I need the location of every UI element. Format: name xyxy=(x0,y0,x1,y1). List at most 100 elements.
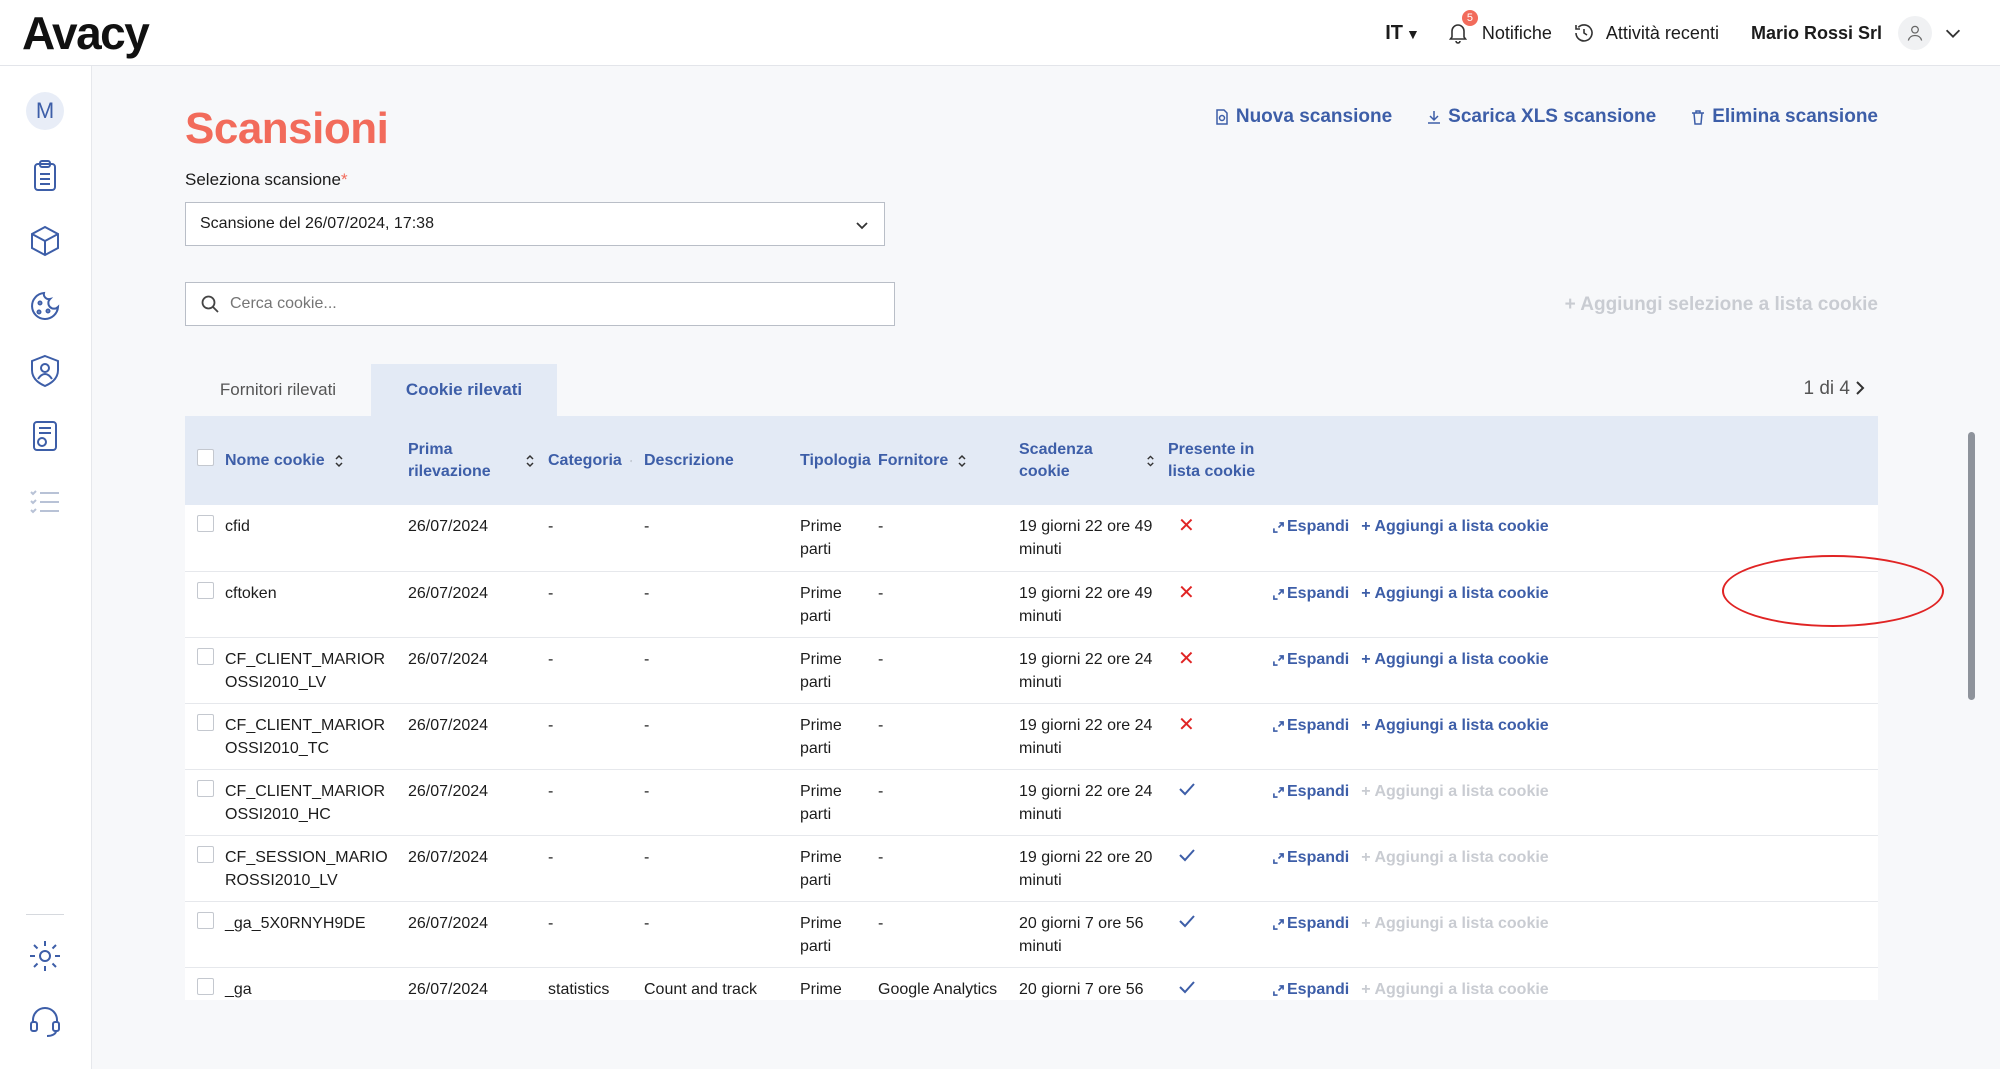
type: Prime xyxy=(800,980,842,998)
header-name[interactable]: Nome cookie xyxy=(225,450,325,472)
tab-suppliers[interactable]: Fornitori rilevati xyxy=(185,364,371,416)
add-to-cookie-list-label: Aggiungi a lista cookie xyxy=(1374,584,1549,602)
expand-icon xyxy=(1273,720,1284,732)
provider: - xyxy=(878,848,884,866)
expand-icon xyxy=(1273,786,1284,798)
row-checkbox[interactable] xyxy=(197,647,214,665)
cookie-name: CF_CLIENT_MARIOROSSI2010_TC xyxy=(225,716,386,757)
scan-select-value: Scansione del 26/07/2024, 17:38 xyxy=(200,215,434,232)
cookie-name: _ga xyxy=(225,980,252,998)
download-xls-label: Scarica XLS scansione xyxy=(1448,106,1657,127)
first-detection: 26/07/2024 xyxy=(408,716,489,734)
package-icon[interactable] xyxy=(27,223,63,259)
add-to-cookie-list-button[interactable]: + Aggiungi a lista cookie xyxy=(1361,717,1548,734)
expand-icon xyxy=(1273,852,1284,864)
header-provider[interactable]: Fornitore xyxy=(878,450,948,472)
header-first-detection[interactable]: Prima rilevazione xyxy=(408,439,498,483)
chevron-down-icon[interactable] xyxy=(1942,22,1964,44)
clipboard-icon[interactable] xyxy=(27,158,63,194)
expiry: 19 giorni 22 ore 49 minuti xyxy=(1019,584,1153,625)
row-checkbox[interactable] xyxy=(197,779,214,797)
sort-icon[interactable] xyxy=(630,453,632,469)
expand-button[interactable]: Espandi xyxy=(1273,585,1349,602)
notifications-link[interactable]: Notifiche xyxy=(1482,23,1552,44)
expiry: 19 giorni 22 ore 24 minuti xyxy=(1019,716,1153,757)
cookie-icon[interactable] xyxy=(27,288,63,324)
cross-icon: ✕ xyxy=(1178,515,1195,537)
add-to-cookie-list-button[interactable]: + Aggiungi a lista cookie xyxy=(1361,585,1548,602)
header-expiry[interactable]: Scadenza cookie xyxy=(1019,439,1137,483)
present-status: ✕ xyxy=(1162,505,1267,571)
cookie-name: CF_SESSION_MARIOROSSI2010_LV xyxy=(225,848,388,889)
gear-icon[interactable] xyxy=(27,938,63,974)
expand-button[interactable]: Espandi xyxy=(1273,783,1349,800)
add-selection-button[interactable]: + Aggiungi selezione a lista cookie xyxy=(1565,294,1878,316)
expiry: 19 giorni 22 ore 49 minuti xyxy=(1019,518,1153,558)
add-to-cookie-list-button: + Aggiungi a lista cookie xyxy=(1361,848,1549,866)
chevron-right-icon[interactable] xyxy=(1854,376,1868,400)
expand-button[interactable]: Espandi xyxy=(1273,849,1349,866)
recent-activity-link[interactable]: Attività recenti xyxy=(1606,23,1719,44)
download-xls-button[interactable]: Scarica XLS scansione xyxy=(1426,106,1656,128)
headset-icon[interactable] xyxy=(27,1003,63,1039)
type: Prime parti xyxy=(800,848,842,889)
category: - xyxy=(548,716,554,734)
expand-button[interactable]: Espandi xyxy=(1273,717,1349,734)
sidebar-avatar[interactable]: M xyxy=(26,92,64,130)
table-header-row: Nome cookie Prima rilevazione Categoria … xyxy=(185,416,1878,505)
description: - xyxy=(644,848,650,866)
add-to-cookie-list-button[interactable]: + Aggiungi a lista cookie xyxy=(1361,651,1548,668)
language-selector[interactable]: IT ▼ xyxy=(1385,22,1420,45)
type: Prime parti xyxy=(800,584,842,625)
expand-icon xyxy=(1273,918,1284,930)
user-name[interactable]: Mario Rossi Srl xyxy=(1751,23,1882,44)
table-scrollbar[interactable] xyxy=(1968,432,1975,700)
expand-button[interactable]: Espandi xyxy=(1273,518,1349,535)
user-avatar-icon[interactable] xyxy=(1898,16,1932,50)
row-checkbox[interactable] xyxy=(197,977,214,995)
provider: - xyxy=(878,782,884,800)
add-to-cookie-list-label: Aggiungi a lista cookie xyxy=(1374,716,1549,734)
cookie-table: Nome cookie Prima rilevazione Categoria … xyxy=(185,416,1878,1000)
cookie-document-icon[interactable] xyxy=(27,418,63,454)
header-category[interactable]: Categoria xyxy=(548,450,622,472)
sort-icon[interactable] xyxy=(956,453,968,469)
scan-select[interactable]: Scansione del 26/07/2024, 17:38 xyxy=(185,202,885,246)
row-checkbox[interactable] xyxy=(197,911,214,929)
type: Prime parti xyxy=(800,782,842,823)
sort-icon[interactable] xyxy=(333,453,345,469)
select-all-checkbox[interactable] xyxy=(197,448,214,466)
expand-icon xyxy=(1273,654,1284,666)
expand-button[interactable]: Espandi xyxy=(1273,981,1349,998)
type: Prime parti xyxy=(800,716,842,757)
row-checkbox[interactable] xyxy=(197,581,214,599)
add-to-cookie-list-button[interactable]: + Aggiungi a lista cookie xyxy=(1361,518,1548,535)
chevron-down-icon xyxy=(856,222,868,230)
present-status xyxy=(1162,835,1267,901)
cookie-name: cfid xyxy=(225,518,250,535)
first-detection: 26/07/2024 xyxy=(408,782,489,800)
category: - xyxy=(548,518,554,535)
row-actions: Espandi + Aggiungi a lista cookie xyxy=(1267,637,1878,703)
shield-user-icon[interactable] xyxy=(27,353,63,389)
sort-icon[interactable] xyxy=(1145,453,1156,469)
checklist-icon[interactable] xyxy=(27,483,63,519)
row-checkbox[interactable] xyxy=(197,845,214,863)
cookie-table-body: cfid 26/07/2024 - - Prime parti - 19 giorni 22… xyxy=(185,505,1878,1000)
expand-button[interactable]: Espandi xyxy=(1273,651,1349,668)
row-checkbox[interactable] xyxy=(197,515,214,532)
new-scan-icon xyxy=(1216,109,1228,125)
avacy-logo[interactable]: Avacy xyxy=(22,6,150,60)
new-scan-button[interactable]: Nuova scansione xyxy=(1214,106,1392,128)
first-detection: 26/07/2024 xyxy=(408,584,489,602)
sort-icon[interactable] xyxy=(524,453,536,469)
delete-scan-button[interactable]: Elimina scansione xyxy=(1690,106,1878,128)
search-input[interactable] xyxy=(230,295,830,313)
expand-button[interactable]: Espandi xyxy=(1273,915,1349,932)
bell-icon[interactable]: 5 xyxy=(1446,10,1478,46)
expand-label: Espandi xyxy=(1287,518,1350,535)
expand-label: Espandi xyxy=(1287,716,1350,734)
tab-cookies[interactable]: Cookie rilevati xyxy=(371,364,557,416)
row-checkbox[interactable] xyxy=(197,713,214,731)
tabs: Fornitori rilevati Cookie rilevati xyxy=(185,364,557,416)
